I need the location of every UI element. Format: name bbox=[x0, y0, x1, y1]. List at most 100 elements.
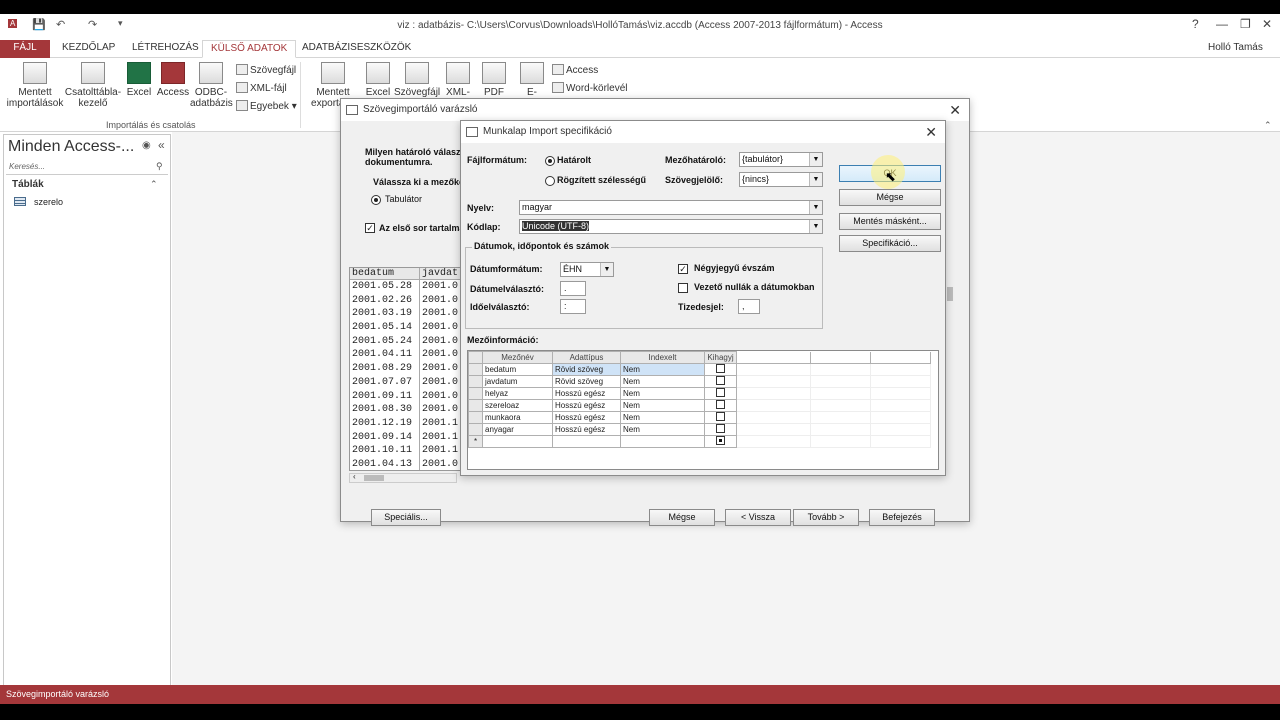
field-row[interactable]: anyagar Hosszú egész Nem bbox=[468, 423, 931, 436]
user-name[interactable]: Holló Tamás bbox=[1200, 40, 1271, 58]
search-icon[interactable]: ⚲ bbox=[156, 161, 163, 172]
chevron-down-icon[interactable]: ▼ bbox=[809, 220, 822, 233]
export-xml-button[interactable]: XML- bbox=[442, 62, 474, 98]
grid-cell[interactable] bbox=[552, 435, 621, 448]
collapse-nav-icon[interactable]: « bbox=[158, 138, 165, 152]
grid-cell[interactable] bbox=[704, 411, 737, 424]
grid-cell[interactable] bbox=[620, 435, 705, 448]
skip-checkbox[interactable] bbox=[716, 400, 725, 409]
field-row[interactable]: munkaora Hosszú egész Nem bbox=[468, 411, 931, 424]
chevron-down-icon[interactable]: ▼ bbox=[809, 201, 822, 214]
back-button[interactable]: < Vissza bbox=[725, 509, 791, 526]
chevron-down-icon[interactable]: ▼ bbox=[809, 153, 822, 166]
grid-cell[interactable]: anyagar bbox=[482, 423, 553, 436]
preview-header-cell[interactable]: bedatum bbox=[350, 268, 420, 279]
help-button[interactable]: ? bbox=[1192, 17, 1199, 31]
language-select[interactable]: magyar ▼ bbox=[519, 200, 823, 215]
grid-cell[interactable]: Nem bbox=[620, 423, 705, 436]
grid-cell[interactable]: Rövid szöveg bbox=[552, 363, 621, 376]
tab-external-data[interactable]: KÜLSŐ ADATOK bbox=[202, 40, 297, 58]
grid-header-cell[interactable]: Kihagyj bbox=[704, 351, 737, 364]
saved-imports-button[interactable]: Mentett importálások bbox=[6, 62, 64, 109]
import-access-button[interactable]: Access bbox=[156, 62, 190, 98]
grid-cell[interactable] bbox=[482, 435, 553, 448]
new-row-marker[interactable]: * bbox=[468, 435, 483, 448]
grid-cell[interactable]: Hosszú egész bbox=[552, 411, 621, 424]
tab-delimiter-radio[interactable] bbox=[371, 195, 381, 205]
section-collapse-icon[interactable]: ⌃ bbox=[150, 179, 158, 190]
export-email-button[interactable]: E- bbox=[516, 62, 548, 98]
text-qualifier-select[interactable]: {nincs} ▼ bbox=[739, 172, 823, 187]
grid-cell[interactable]: Nem bbox=[620, 411, 705, 424]
scroll-left-icon[interactable]: ‹ bbox=[353, 472, 356, 481]
skip-checkbox[interactable] bbox=[716, 424, 725, 433]
wizard-cancel-button[interactable]: Mégse bbox=[649, 509, 715, 526]
field-row[interactable]: bedatum Rövid szöveg Nem bbox=[468, 363, 931, 376]
grid-cell[interactable]: szereloaz bbox=[482, 399, 553, 412]
field-row[interactable]: szereloaz Hosszú egész Nem bbox=[468, 399, 931, 412]
grid-cell[interactable]: Hosszú egész bbox=[552, 387, 621, 400]
delimited-radio[interactable] bbox=[545, 156, 555, 166]
row-selector[interactable] bbox=[468, 363, 483, 376]
skip-checkbox[interactable] bbox=[716, 364, 725, 373]
skip-checkbox[interactable] bbox=[716, 436, 725, 445]
export-access-button[interactable]: Access bbox=[552, 64, 598, 76]
import-odbc-button[interactable]: ODBC-adatbázis bbox=[190, 62, 233, 109]
preview-header-cell[interactable]: javdat bbox=[420, 268, 458, 279]
next-button[interactable]: Tovább > bbox=[793, 509, 859, 526]
time-delimiter-input[interactable]: : bbox=[560, 299, 586, 314]
specs-button[interactable]: Specifikáció... bbox=[839, 235, 941, 252]
export-text-button[interactable]: Szövegfájl bbox=[394, 62, 440, 98]
import-xml-button[interactable]: XML-fájl bbox=[236, 82, 287, 94]
grid-cell[interactable]: Nem bbox=[620, 375, 705, 388]
advanced-button[interactable]: Speciális... bbox=[371, 509, 441, 526]
tab-file[interactable]: FÁJL bbox=[0, 40, 50, 58]
nav-search-input[interactable]: Keresés... bbox=[9, 162, 45, 171]
grid-cell[interactable] bbox=[704, 387, 737, 400]
save-as-button[interactable]: Mentés másként... bbox=[839, 213, 941, 230]
new-field-row[interactable]: * bbox=[468, 435, 931, 448]
date-order-select[interactable]: ÉHN ▼ bbox=[560, 262, 614, 277]
grid-cell[interactable] bbox=[704, 423, 737, 436]
grid-cell[interactable] bbox=[704, 435, 737, 448]
grid-cell[interactable]: Rövid szöveg bbox=[552, 375, 621, 388]
grid-cell[interactable]: helyaz bbox=[482, 387, 553, 400]
row-selector[interactable] bbox=[468, 387, 483, 400]
nav-search[interactable]: Keresés... ⚲ bbox=[6, 161, 168, 175]
chevron-down-icon[interactable]: ▼ bbox=[600, 263, 613, 276]
spec-cancel-button[interactable]: Mégse bbox=[839, 189, 941, 206]
data-preview[interactable]: bedatum javdat 2001.05.28 2001.0 2001.02.2… bbox=[349, 267, 473, 471]
grid-cell[interactable]: bedatum bbox=[482, 363, 553, 376]
date-delimiter-input[interactable]: . bbox=[560, 281, 586, 296]
preview-hscroll[interactable]: ‹ bbox=[349, 472, 457, 483]
wizard-close-button[interactable]: ✕ bbox=[949, 99, 961, 121]
tab-home[interactable]: KEZDŐLAP bbox=[54, 40, 123, 58]
finish-button[interactable]: Befejezés bbox=[869, 509, 935, 526]
preview-vscroll-thumb[interactable] bbox=[947, 287, 953, 301]
nav-title[interactable]: Minden Access-... bbox=[8, 138, 134, 156]
grid-cell[interactable]: munkaora bbox=[482, 411, 553, 424]
word-merge-button[interactable]: Word-körlevél bbox=[552, 82, 628, 94]
chevron-down-icon[interactable]: ▼ bbox=[809, 173, 822, 186]
export-pdf-button[interactable]: PDF bbox=[478, 62, 510, 98]
tab-create[interactable]: LÉTREHOZÁS bbox=[124, 40, 207, 58]
grid-cell[interactable]: Hosszú egész bbox=[552, 399, 621, 412]
import-excel-button[interactable]: Excel bbox=[124, 62, 154, 98]
grid-cell[interactable]: javdatum bbox=[482, 375, 553, 388]
field-info-grid[interactable]: Mezőnév Adattípus Indexelt Kihagyj bedat… bbox=[467, 350, 939, 470]
row-selector[interactable] bbox=[468, 411, 483, 424]
nav-section-tables[interactable]: Táblák bbox=[12, 179, 44, 190]
fixed-width-radio[interactable] bbox=[545, 176, 555, 186]
collapse-ribbon-icon[interactable]: ⌃ bbox=[1264, 120, 1272, 131]
tab-database-tools[interactable]: ADATBÁZISESZKÖZÖK bbox=[294, 40, 419, 58]
grid-cell[interactable]: Nem bbox=[620, 363, 705, 376]
grid-cell[interactable]: Nem bbox=[620, 387, 705, 400]
row-selector[interactable] bbox=[468, 423, 483, 436]
minimize-button[interactable]: — bbox=[1216, 17, 1228, 31]
grid-cell[interactable] bbox=[704, 399, 737, 412]
grid-header-cell[interactable]: Indexelt bbox=[620, 351, 705, 364]
row-selector[interactable] bbox=[468, 375, 483, 388]
scroll-thumb[interactable] bbox=[364, 475, 384, 481]
grid-header-cell[interactable]: Mezőnév bbox=[482, 351, 553, 364]
skip-checkbox[interactable] bbox=[716, 376, 725, 385]
